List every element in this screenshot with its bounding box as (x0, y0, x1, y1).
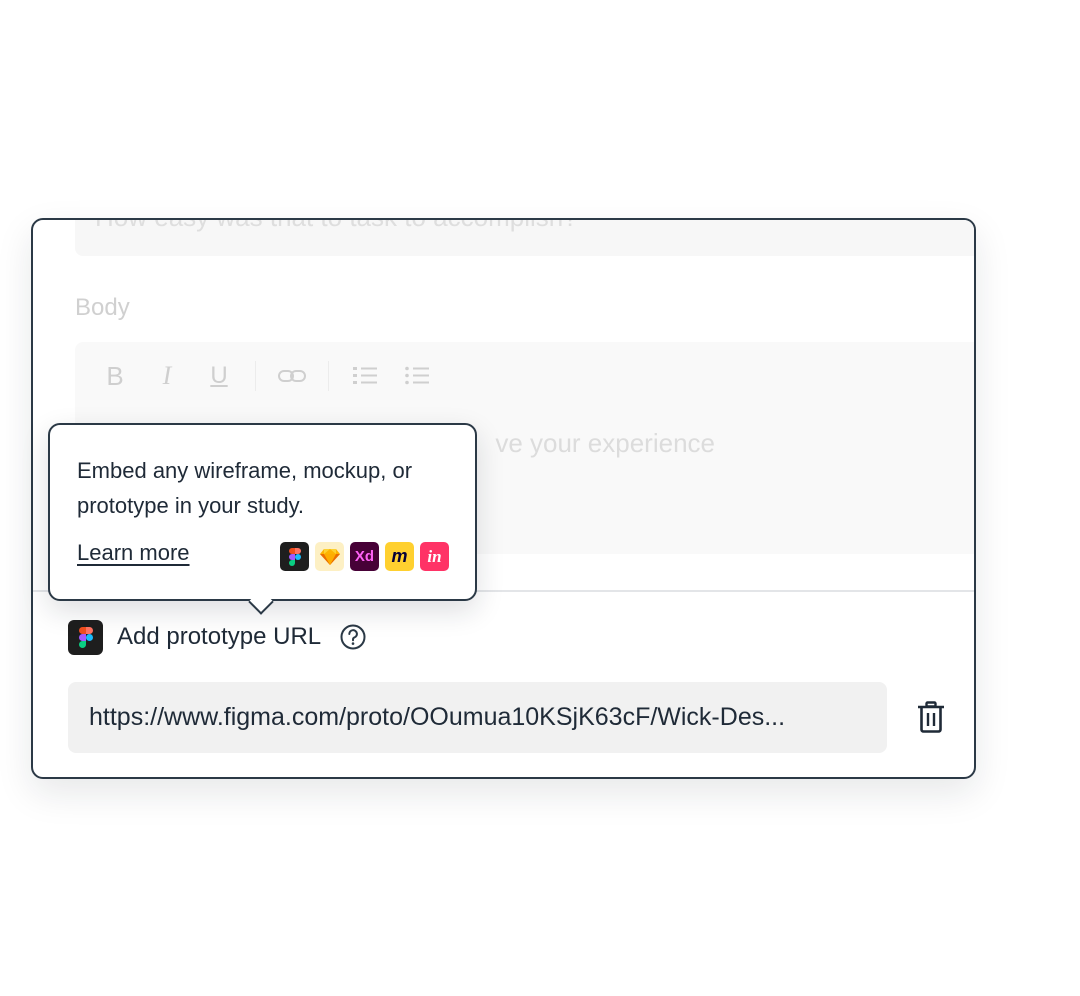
prototype-url-header: Add prototype URL (68, 619, 367, 655)
link-button[interactable] (276, 360, 308, 392)
question-title-placeholder: How easy was that to task to accomplish? (95, 220, 578, 233)
underline-icon: U (210, 362, 228, 389)
invision-icon: in (420, 542, 449, 571)
prototype-help-tooltip: Embed any wireframe, mockup, or prototyp… (48, 423, 477, 615)
figma-icon (68, 619, 103, 655)
figma-icon (280, 542, 309, 571)
bold-icon: B (106, 360, 124, 391)
numbered-list-icon (353, 367, 377, 384)
invision-label: in (427, 546, 442, 566)
adobe-xd-icon: Xd (350, 542, 379, 571)
delete-url-button[interactable] (913, 698, 949, 736)
link-icon (278, 370, 306, 382)
xd-label: Xd (354, 548, 375, 565)
help-button[interactable] (339, 623, 367, 651)
supported-tools: Xd m in (280, 542, 449, 571)
italic-icon: I (162, 361, 172, 390)
prototype-url-input[interactable]: https://www.figma.com/proto/OOumua10KSjK… (68, 682, 887, 753)
toolbar-divider (255, 361, 256, 391)
question-mark-icon (340, 624, 366, 650)
miro-label: m (391, 546, 408, 566)
question-title-field[interactable]: How easy was that to task to accomplish? (75, 220, 974, 256)
formatting-toolbar: B I U (99, 360, 433, 392)
bulleted-list-button[interactable] (401, 360, 433, 392)
sketch-icon (315, 542, 344, 571)
body-label: Body (75, 294, 130, 321)
trash-icon (918, 701, 944, 733)
bulleted-list-icon (405, 366, 429, 385)
learn-more-link[interactable]: Learn more (77, 540, 190, 566)
numbered-list-button[interactable] (349, 360, 381, 392)
toolbar-divider (328, 361, 329, 391)
underline-button[interactable]: U (203, 360, 235, 392)
add-prototype-url-label: Add prototype URL (117, 623, 322, 650)
italic-button[interactable]: I (151, 360, 183, 392)
bold-button[interactable]: B (99, 360, 131, 392)
tooltip-text: Embed any wireframe, mockup, or prototyp… (77, 458, 413, 518)
miro-icon: m (385, 542, 414, 571)
